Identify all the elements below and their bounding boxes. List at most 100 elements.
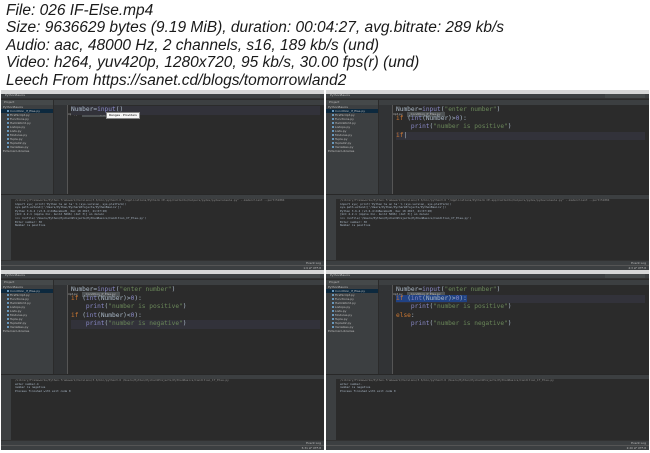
code-line: print("number is positive") <box>71 303 320 312</box>
navigation-bar: PythonBasics <box>326 273 649 279</box>
code-token: ): <box>134 294 142 302</box>
code-token: print <box>410 303 430 310</box>
code-line: print("number is positive") <box>396 303 645 312</box>
line-gutter <box>379 285 393 374</box>
run-configuration-selector[interactable] <box>280 274 320 278</box>
code-token: | <box>403 131 408 139</box>
code-token: (Number)> <box>422 114 456 122</box>
code-token: ) <box>182 320 187 327</box>
code-token: int <box>85 311 98 319</box>
code-editor[interactable]: FirstScript.pyCondition_If_Else.pyNumber… <box>379 280 649 374</box>
code-token: int <box>410 114 423 122</box>
project-panel: Project PythonBasics Condition_If_Else.py F… <box>1 100 54 194</box>
code-token: "number is negative" <box>433 320 508 327</box>
project-panel: Project PythonBasics Condition_If_Else.py F… <box>1 280 54 374</box>
console-line: Number is positive <box>15 223 46 228</box>
code-area[interactable]: Number=input("enter number") if (int(Numb… <box>71 286 320 329</box>
code-token: "number is positive" <box>433 123 508 130</box>
code-token: "enter number" <box>444 106 497 113</box>
project-tree-item[interactable]: External Libraries <box>1 329 53 333</box>
console-line: Process finished with exit code 0 <box>15 388 71 393</box>
run-configuration-selector[interactable] <box>280 94 320 98</box>
code-area[interactable]: Number=input("enter number") if (int(Numb… <box>396 286 645 329</box>
code-token: print <box>410 123 430 130</box>
code-token: ): <box>134 311 142 319</box>
console-toolbar <box>1 379 11 440</box>
code-token: ) <box>182 303 187 310</box>
breadcrumb[interactable]: PythonBasics <box>330 93 350 97</box>
code-area[interactable]: Number=input("enter number") if (int(Numb… <box>396 106 645 140</box>
console-output: /Library/Frameworks/Python.framework/Ver… <box>1 378 324 440</box>
code-token: "number is negative" <box>108 320 183 327</box>
code-line: if (int(Number)>0): <box>396 115 645 124</box>
code-line: Number=input("enter number") <box>71 286 320 295</box>
size-info: Size: 9636629 bytes (9.19 MiB), duration… <box>6 19 505 37</box>
audio-info: Audio: aac, 48000 Hz, 2 channels, s16, 1… <box>6 36 380 54</box>
code-token: if <box>396 294 408 302</box>
code-token: input <box>422 106 441 113</box>
console-line: Process finished with exit code 0 <box>340 388 396 393</box>
breadcrumb[interactable]: PythonBasics <box>330 273 350 277</box>
code-editor[interactable]: FirstScript.pyCondition_If_Else.pyNumber… <box>54 280 324 374</box>
code-token: int <box>410 294 423 302</box>
code-token: "number is positive" <box>433 303 508 310</box>
project-tree-item[interactable]: External Libraries <box>326 149 378 153</box>
code-token: "enter number" <box>119 286 172 293</box>
code-token: "number is positive" <box>108 303 183 310</box>
code-token: (Number)> <box>97 294 131 302</box>
editor-tab-bar: FirstScript.pyCondition_If_Else.py <box>54 280 324 297</box>
code-line: Number=input("enter number") <box>396 286 645 295</box>
code-token: ) <box>507 320 512 327</box>
file-info: File: 026 IF-Else.mp4 <box>6 2 154 19</box>
caret-position[interactable]: 5:31 LF UTF-8 <box>302 446 321 450</box>
code-token: ) <box>496 106 501 113</box>
project-tree-item[interactable]: External Libraries <box>326 329 378 333</box>
code-token: ): <box>459 294 467 302</box>
console-output: /Library/Frameworks/Python.framework/Ver… <box>326 378 649 440</box>
code-token: print <box>85 303 105 310</box>
code-token: Number <box>71 106 94 113</box>
code-token: input <box>422 286 441 293</box>
code-line: else: <box>396 312 645 321</box>
console-toolbar <box>326 199 336 260</box>
code-token: ) <box>171 286 176 293</box>
code-line: print("number is positive") <box>396 123 645 132</box>
line-gutter <box>379 105 393 194</box>
code-token: ) <box>507 123 512 130</box>
code-token: Number <box>396 106 419 113</box>
console-output: /Library/Frameworks/Python.framework/Ver… <box>1 198 324 260</box>
status-bar: Indexing files... Python interpreter con… <box>326 445 649 450</box>
navigation-bar: PythonBasics <box>1 273 324 279</box>
project-tree-item[interactable]: External Libraries <box>1 149 53 153</box>
code-token: input <box>97 286 116 293</box>
code-token: if <box>71 294 83 302</box>
line-gutter <box>54 285 68 374</box>
code-line: print("number is negative") <box>71 320 320 329</box>
ide-frame-4: PythonBasics Project PythonBasics Condition… <box>326 270 649 450</box>
breadcrumb[interactable]: PythonBasics <box>5 93 25 97</box>
caret-position[interactable]: 2:20 LF UTF-8 <box>627 446 646 450</box>
code-token: ) <box>507 303 512 310</box>
code-token: ) <box>496 286 501 293</box>
code-token: (Number)> <box>422 294 456 302</box>
ide-frame-2: PythonBasics Project PythonBasics Condition… <box>326 90 649 270</box>
breadcrumb[interactable]: PythonBasics <box>5 273 25 277</box>
run-configuration-selector[interactable] <box>605 274 645 278</box>
video-info: Video: h264, yuv420p, 1280x720, 95 kb/s,… <box>6 54 420 72</box>
line-gutter <box>54 105 68 194</box>
code-token: Number <box>396 286 419 293</box>
code-token: ): <box>459 114 467 122</box>
code-token: print <box>85 320 105 327</box>
code-editor[interactable]: FirstScript.pyCondition_If_Else.pyNumber… <box>379 100 649 194</box>
status-bar: Indexing files... Python interpreter con… <box>1 445 324 450</box>
source-info: Leech From https://sanet.cd/blogs/tomorr… <box>6 71 347 89</box>
code-editor[interactable]: FirstScript.pyCondition_If_Else.pyNumber… <box>54 100 324 194</box>
project-panel: Project PythonBasics Condition_If_Else.py F… <box>326 100 379 194</box>
code-token: else <box>396 311 411 319</box>
console-toolbar <box>326 379 336 440</box>
run-configuration-selector[interactable] <box>605 94 645 98</box>
ide-frame-1: PythonBasics Project PythonBasics Condition… <box>1 90 324 270</box>
